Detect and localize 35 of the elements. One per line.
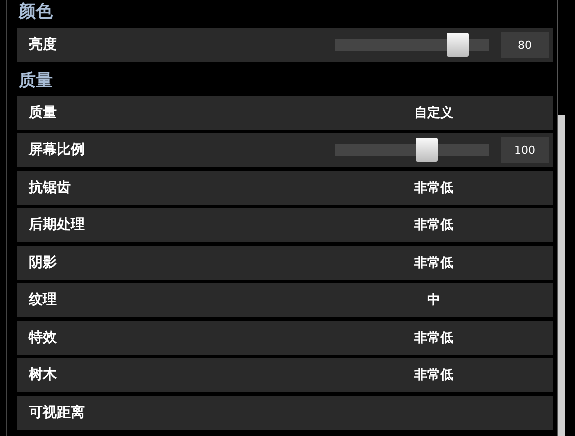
setting-label: 亮度 — [29, 36, 58, 54]
setting-row[interactable]: 质量 自定义 — [17, 96, 553, 130]
setting-row[interactable]: 亮度 80 — [17, 28, 553, 62]
setting-value[interactable]: 非常低 — [407, 178, 461, 196]
setting-row[interactable]: 树木 非常低 — [17, 358, 553, 392]
setting-row[interactable]: 后期处理 非常低 — [17, 208, 553, 242]
setting-value[interactable]: 非常低 — [407, 366, 461, 384]
setting-row[interactable]: 抗锯齿 非常低 — [17, 170, 553, 204]
setting-label: 树木 — [29, 366, 58, 384]
setting-label: 后期处理 — [29, 216, 86, 234]
setting-value[interactable]: 非常低 — [407, 216, 461, 234]
setting-label: 可视距离 — [29, 404, 86, 422]
setting-label: 纹理 — [29, 291, 58, 309]
setting-value[interactable]: 中 — [407, 291, 461, 309]
setting-label: 抗锯齿 — [29, 178, 72, 196]
scrollbar-thumb[interactable] — [558, 115, 565, 436]
setting-label: 屏幕比例 — [29, 141, 86, 159]
setting-label: 质量 — [29, 104, 58, 122]
slider-thumb[interactable] — [416, 138, 438, 162]
setting-label: 特效 — [29, 328, 58, 346]
setting-row[interactable]: 纹理 中 — [17, 283, 553, 317]
setting-row[interactable]: 可视距离 — [17, 396, 553, 430]
slider-value: 100 — [501, 137, 549, 163]
setting-value[interactable]: 非常低 — [407, 254, 461, 272]
setting-row[interactable]: 特效 非常低 — [17, 320, 553, 354]
scrollbar[interactable] — [557, 0, 565, 436]
setting-row[interactable]: 屏幕比例 100 — [17, 133, 553, 167]
setting-row[interactable]: 阴影 非常低 — [17, 246, 553, 280]
setting-value[interactable]: 自定义 — [407, 104, 461, 122]
slider-value: 80 — [501, 32, 549, 58]
section-title: 颜色 — [18, 1, 54, 24]
section-title: 质量 — [18, 70, 54, 92]
setting-label: 阴影 — [29, 254, 58, 272]
slider-thumb[interactable] — [447, 33, 470, 57]
setting-value[interactable]: 非常低 — [407, 328, 461, 346]
